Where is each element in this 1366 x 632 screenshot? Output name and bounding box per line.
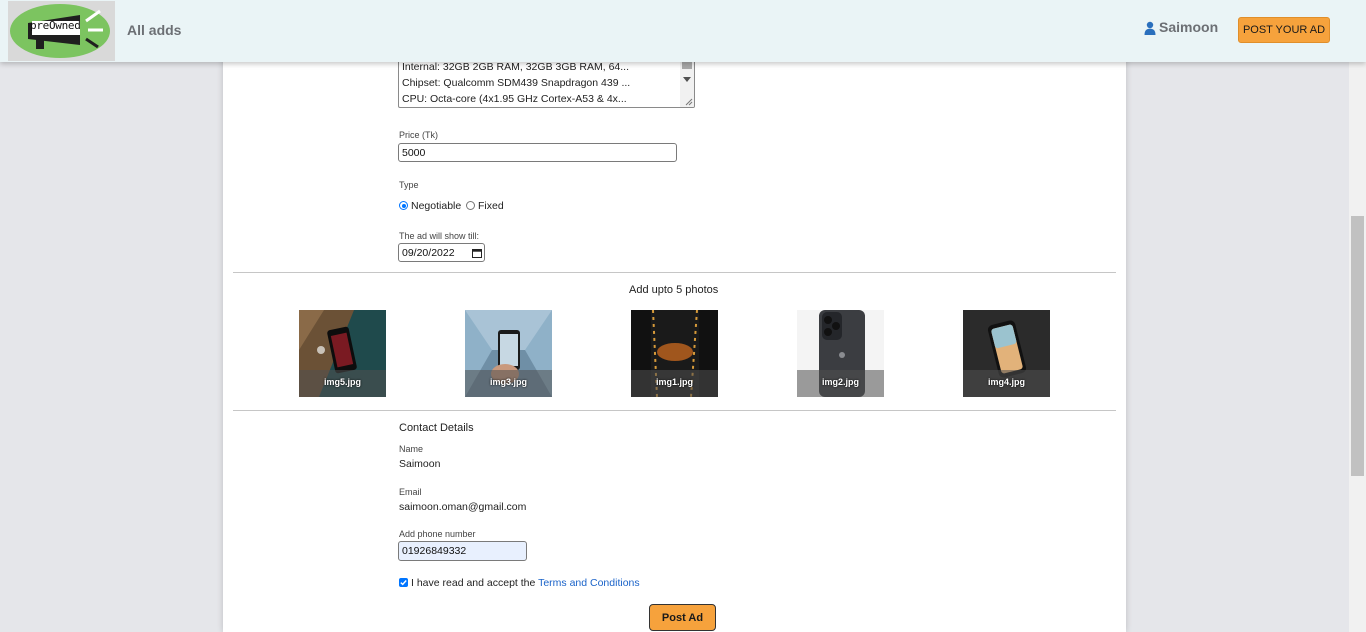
negotiable-label: Negotiable xyxy=(411,200,462,212)
page-scrollbar[interactable] xyxy=(1349,0,1366,632)
photos-title: Add upto 5 photos xyxy=(629,284,719,296)
date-value: 09/20/2022 xyxy=(402,246,455,259)
price-label: Price (Tk) xyxy=(399,130,438,140)
name-value: Saimoon xyxy=(399,458,441,470)
date-label: The ad will show till: xyxy=(399,231,480,241)
terms-checkbox[interactable] xyxy=(399,578,408,587)
name-label: Name xyxy=(399,444,424,454)
email-label: Email xyxy=(399,487,422,497)
logo-text: preOwned xyxy=(30,19,81,32)
photo-thumbnail[interactable]: img3.jpg xyxy=(465,310,552,397)
spec-line: CPU: Octa-core (4x1.95 GHz Cortex-A53 & … xyxy=(402,93,627,105)
photo-thumbnail[interactable]: img5.jpg xyxy=(299,310,386,397)
scroll-down-arrow-icon[interactable] xyxy=(683,77,691,82)
photo-filename: img3.jpg xyxy=(465,370,552,397)
photo-thumbnail[interactable]: img1.jpg xyxy=(631,310,718,397)
photo-filename: img2.jpg xyxy=(797,370,884,397)
user-icon xyxy=(1144,21,1156,35)
terms-prefix: I have read and accept the xyxy=(411,577,539,589)
calendar-icon[interactable] xyxy=(472,248,482,258)
all-ads-link[interactable]: All adds xyxy=(127,22,181,38)
checkmark-icon xyxy=(400,580,407,586)
phone-label: Add phone number xyxy=(399,529,476,539)
photo-thumbnail[interactable]: img4.jpg xyxy=(963,310,1050,397)
phone-input[interactable]: 01926849332 xyxy=(398,541,527,561)
type-label: Type xyxy=(399,180,419,190)
photo-filename: img4.jpg xyxy=(963,370,1050,397)
navbar: preOwned All adds Saimoon POST YOUR AD xyxy=(0,0,1366,62)
divider xyxy=(233,272,1116,273)
fixed-radio[interactable] xyxy=(466,201,475,210)
contact-title: Contact Details xyxy=(399,422,474,434)
logo[interactable]: preOwned xyxy=(8,1,115,61)
post-ad-button[interactable]: Post Ad xyxy=(649,604,716,631)
spec-line: Internal: 32GB 2GB RAM, 32GB 3GB RAM, 64… xyxy=(402,61,630,73)
terms-text: I have read and accept the Terms and Con… xyxy=(411,577,640,589)
user-name: Saimoon xyxy=(1159,19,1219,35)
photo-filename: img5.jpg xyxy=(299,370,386,397)
divider xyxy=(233,410,1116,411)
photo-thumbnail[interactable]: img2.jpg xyxy=(797,310,884,397)
terms-link[interactable]: Terms and Conditions xyxy=(538,577,640,589)
photo-filename: img1.jpg xyxy=(631,370,718,397)
spec-line: Chipset: Qualcomm SDM439 Snapdragon 439 … xyxy=(402,77,631,89)
negotiable-radio[interactable] xyxy=(399,201,408,210)
post-your-ad-button[interactable]: POST YOUR AD xyxy=(1238,17,1330,43)
price-input[interactable]: 5000 xyxy=(398,143,677,162)
page-scroll-thumb[interactable] xyxy=(1351,216,1364,476)
date-input[interactable]: 09/20/2022 xyxy=(398,243,485,262)
fixed-label: Fixed xyxy=(478,200,504,212)
resize-handle-icon[interactable] xyxy=(685,98,693,106)
email-value: saimoon.oman@gmail.com xyxy=(399,501,527,513)
